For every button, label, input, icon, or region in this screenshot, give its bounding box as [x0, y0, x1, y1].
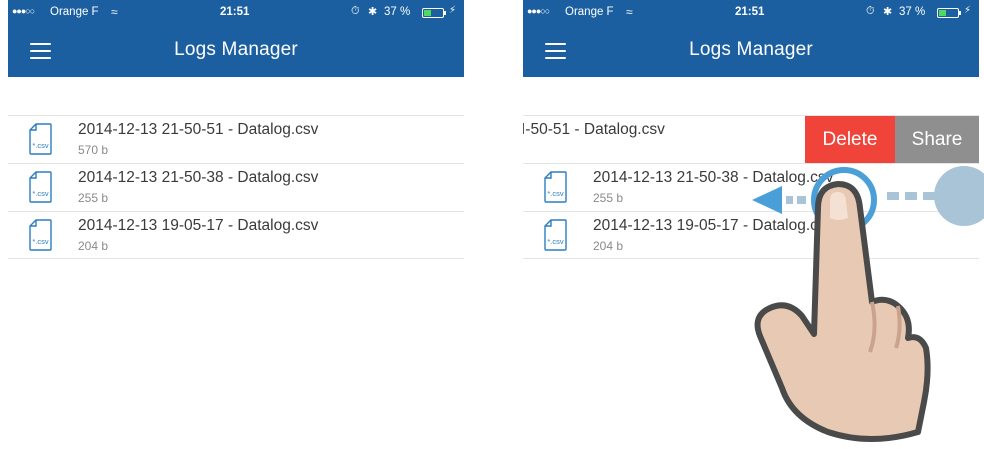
bluetooth-icon: ✱	[883, 6, 893, 18]
csv-file-icon	[29, 219, 52, 251]
battery-tip	[444, 11, 446, 15]
phone-screen-left: ●●●○○ Orange F ≈ 21:51 ⏱ ✱ 37 % ⚡ Logs M…	[8, 0, 464, 449]
battery-percentage: 37 %	[384, 6, 411, 18]
file-name: 2014-12-13 21-50-51 - Datalog.csv	[78, 121, 319, 138]
bluetooth-icon: ✱	[368, 6, 378, 18]
carrier-name: Orange F	[565, 6, 614, 18]
wifi-icon: ≈	[626, 5, 633, 19]
log-list-item[interactable]: 2014-12-13 21-50-38 - Datalog.csv 255 b	[8, 163, 464, 211]
battery-icon	[422, 8, 444, 18]
alarm-clock-icon: ⏱	[866, 5, 875, 17]
signal-strength-icon: ●●●○○	[527, 6, 550, 16]
file-size: 570 b	[78, 143, 109, 157]
status-time: 21:51	[735, 6, 765, 18]
file-size: 255 b	[593, 191, 624, 205]
swiped-log-list-item[interactable]: I-50-51 - Datalog.csv Delete Share	[523, 115, 979, 164]
signal-strength-icon: ●●●○○	[12, 6, 35, 16]
charging-icon: ⚡	[449, 5, 457, 16]
alarm-clock-icon: ⏱	[351, 5, 360, 17]
csv-file-icon	[29, 123, 52, 155]
swiped-row-content: I-50-51 - Datalog.csv	[523, 116, 805, 164]
page-title: Logs Manager	[689, 39, 813, 60]
log-list-item[interactable]: 2014-12-13 21-50-51 - Datalog.csv 570 b	[8, 115, 464, 163]
log-list-item[interactable]: 2014-12-13 19-05-17 - Datalog.csv 204 b	[8, 211, 464, 259]
file-name: 2014-12-13 21-50-38 - Datalog.csv	[78, 169, 319, 186]
battery-percentage: 37 %	[899, 6, 926, 18]
status-time: 21:51	[220, 6, 250, 18]
csv-file-icon	[544, 219, 567, 251]
status-bar: ●●●○○ Orange F ≈ 21:51 ⏱ ✱ 37 % ⚡	[8, 0, 464, 26]
charging-icon: ⚡	[964, 5, 972, 16]
csv-file-icon	[544, 171, 567, 203]
file-name: 2014-12-13 19-05-17 - Datalog.csv	[593, 217, 834, 234]
file-size: 204 b	[593, 239, 624, 253]
file-name: 2014-12-13 21-50-38 - Datalog.csv	[593, 169, 834, 186]
navigation-bar: Logs Manager	[523, 26, 979, 77]
battery-icon	[937, 8, 959, 18]
log-list-item[interactable]: 2014-12-13 21-50-38 - Datalog.csv 255 b	[523, 163, 979, 211]
carrier-name: Orange F	[50, 6, 99, 18]
navigation-bar: Logs Manager	[8, 26, 464, 77]
csv-file-icon	[29, 171, 52, 203]
file-size: 255 b	[78, 191, 109, 205]
file-name: I-50-51 - Datalog.csv	[523, 121, 665, 138]
phone-screen-right: ●●●○○ Orange F ≈ 21:51 ⏱ ✱ 37 % ⚡ Logs M…	[523, 0, 979, 449]
log-list: I-50-51 - Datalog.csv Delete Share 2014-…	[523, 115, 979, 259]
file-size: 204 b	[78, 239, 109, 253]
wifi-icon: ≈	[111, 5, 118, 19]
log-list: 2014-12-13 21-50-51 - Datalog.csv 570 b …	[8, 115, 464, 259]
delete-button[interactable]: Delete	[805, 116, 895, 164]
file-name: 2014-12-13 19-05-17 - Datalog.csv	[78, 217, 319, 234]
log-list-item[interactable]: 2014-12-13 19-05-17 - Datalog.csv 204 b	[523, 211, 979, 259]
status-bar: ●●●○○ Orange F ≈ 21:51 ⏱ ✱ 37 % ⚡	[523, 0, 979, 26]
share-button[interactable]: Share	[895, 116, 979, 164]
page-title: Logs Manager	[174, 39, 298, 60]
battery-tip	[959, 11, 961, 15]
